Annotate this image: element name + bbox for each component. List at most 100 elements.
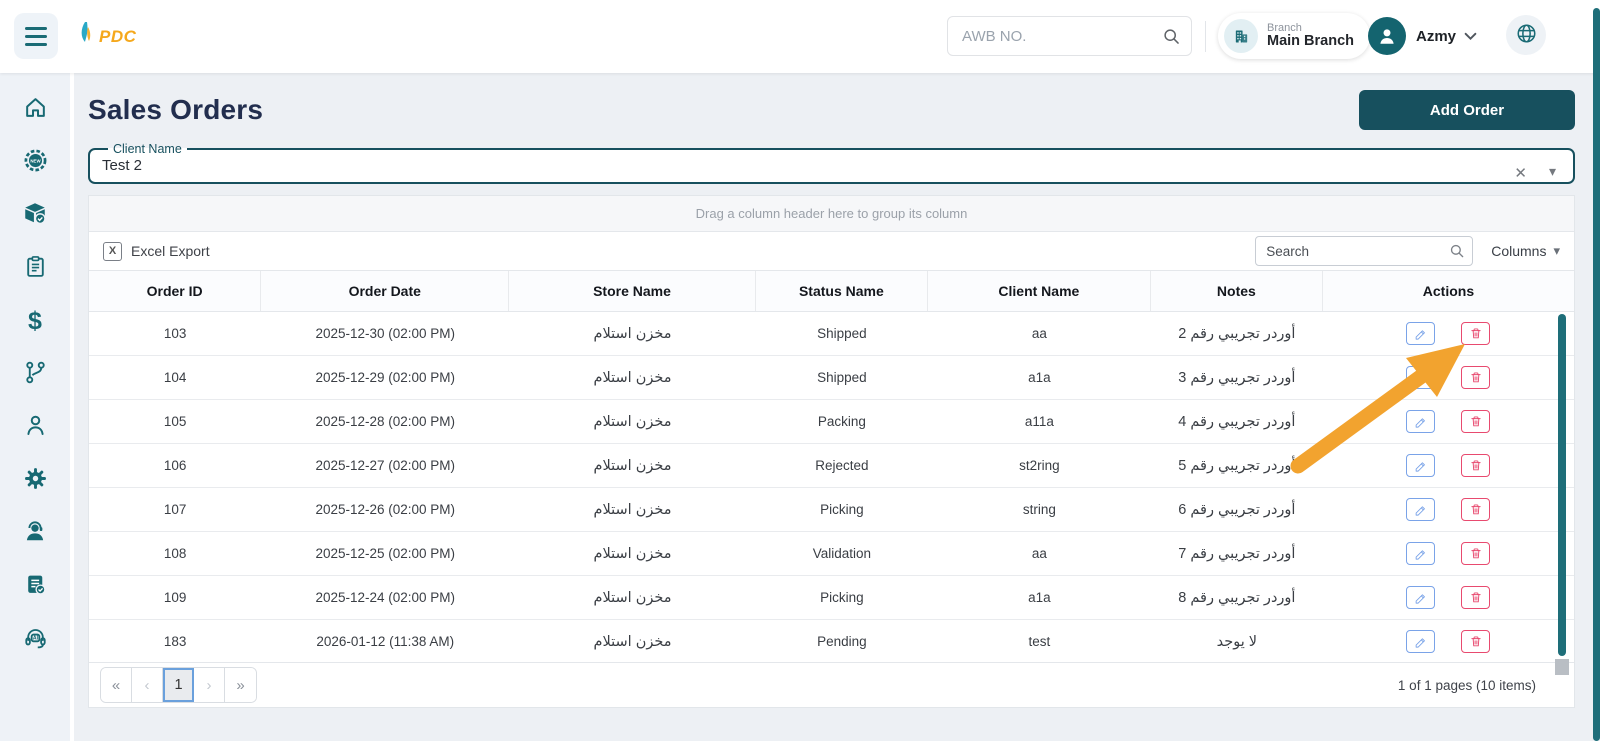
- client-name-cell: aa: [1031, 326, 1047, 341]
- menu-toggle-button[interactable]: [14, 13, 58, 59]
- sidebar-item-delivery-notes[interactable]: [12, 560, 58, 613]
- column-header-notes[interactable]: Notes: [1151, 271, 1323, 311]
- grid-search-icon[interactable]: [1448, 242, 1466, 265]
- client-name-cell: a11a: [1024, 414, 1054, 429]
- add-order-button[interactable]: Add Order: [1359, 90, 1575, 130]
- store-name-cell: مخزن استلام: [593, 589, 672, 606]
- column-header-order-date[interactable]: Order Date: [261, 271, 510, 311]
- status-name-cell: Rejected: [815, 458, 869, 473]
- svg-text:AI: AI: [32, 635, 38, 641]
- delete-order-button[interactable]: [1461, 630, 1491, 653]
- store-name-cell: مخزن استلام: [593, 369, 672, 386]
- actions-cell: [1323, 444, 1574, 487]
- user-name: Azmy: [1416, 27, 1457, 45]
- products-box-icon: [22, 200, 48, 231]
- delete-order-button[interactable]: [1461, 410, 1491, 433]
- table-header-row: Order ID Order Date Store Name Status Name C…: [89, 270, 1574, 312]
- grid-toolbar: X Excel Export Columns ▾: [89, 232, 1574, 270]
- excel-export-button[interactable]: X Excel Export: [103, 241, 210, 261]
- sidebar-item-new[interactable]: NEW: [12, 136, 58, 189]
- column-header-status-name[interactable]: Status Name: [756, 271, 928, 311]
- edit-order-button[interactable]: [1406, 366, 1436, 389]
- branch-building-icon: [1224, 19, 1258, 53]
- branch-name: Main Branch: [1267, 33, 1355, 50]
- notes-cell: أوردر تجريبي رقم 8: [1178, 589, 1296, 606]
- grid-search-input[interactable]: [1255, 236, 1474, 266]
- column-header-client-name[interactable]: Client Name: [928, 271, 1151, 311]
- branch-selector[interactable]: Branch Main Branch: [1218, 13, 1371, 59]
- edit-order-button[interactable]: [1406, 542, 1436, 565]
- awb-search-icon[interactable]: [1161, 26, 1182, 52]
- select-caret-icon[interactable]: ▾: [1549, 163, 1556, 180]
- pagination-bar: « ‹ 1 › » 1 of 1 pages (10 items): [89, 662, 1574, 707]
- payments-dollar-icon: $: [28, 307, 42, 335]
- grid-vertical-scrollbar[interactable]: [1558, 314, 1566, 656]
- svg-text:NEW: NEW: [30, 158, 41, 163]
- actions-cell: [1323, 620, 1574, 663]
- sidebar-item-support[interactable]: [12, 507, 58, 560]
- delivery-notes-icon: [23, 572, 48, 602]
- order-id-cell: 183: [163, 634, 187, 649]
- topbar: PDC Branch Main Branch Azmy: [0, 0, 1600, 73]
- actions-cell: [1323, 400, 1574, 443]
- sidebar-item-orders[interactable]: [12, 242, 58, 295]
- logo-leaf-icon: [76, 21, 96, 53]
- pdc-logo[interactable]: PDC: [76, 21, 136, 53]
- clients-person-icon: [23, 413, 48, 443]
- delete-order-button[interactable]: [1461, 498, 1491, 521]
- status-name-cell: Validation: [812, 546, 871, 561]
- store-name-cell: مخزن استلام: [593, 501, 672, 518]
- edit-order-button[interactable]: [1406, 586, 1436, 609]
- language-button[interactable]: [1506, 15, 1546, 55]
- actions-cell: [1323, 488, 1574, 531]
- pager-last-button[interactable]: »: [225, 668, 256, 702]
- delete-order-button[interactable]: [1461, 586, 1491, 609]
- client-name-cell: aa: [1031, 546, 1047, 561]
- pager-next-button[interactable]: ›: [194, 668, 225, 702]
- edit-order-button[interactable]: [1406, 498, 1436, 521]
- page-scrollbar[interactable]: [1593, 8, 1600, 741]
- group-panel[interactable]: Drag a column header here to group its c…: [89, 196, 1574, 232]
- order-date-cell: 2025-12-29 (02:00 PM): [315, 370, 456, 385]
- pager-page-1-button[interactable]: 1: [163, 668, 194, 702]
- table-row: 183 2026-01-12 (11:38 AM) مخزن استلام Pendi…: [89, 620, 1574, 664]
- order-date-cell: 2025-12-26 (02:00 PM): [315, 502, 456, 517]
- column-header-order-id[interactable]: Order ID: [89, 271, 262, 311]
- delete-order-button[interactable]: [1461, 322, 1491, 345]
- sidebar-item-workflow[interactable]: [12, 348, 58, 401]
- sidebar-item-payments[interactable]: $: [12, 295, 58, 348]
- pager-first-button[interactable]: «: [101, 668, 132, 702]
- sidebar-item-clients[interactable]: [12, 401, 58, 454]
- edit-order-button[interactable]: [1406, 410, 1436, 433]
- user-menu[interactable]: Azmy: [1368, 17, 1477, 55]
- client-name-cell: test: [1028, 634, 1051, 649]
- actions-cell: [1323, 312, 1574, 355]
- columns-chooser-button[interactable]: Columns ▾: [1491, 243, 1560, 259]
- grid-search: [1255, 236, 1474, 266]
- clear-icon[interactable]: ✕: [1514, 164, 1527, 182]
- edit-order-button[interactable]: [1406, 630, 1436, 653]
- client-name-label: Client Name: [113, 142, 182, 156]
- pager-prev-button[interactable]: ‹: [132, 668, 163, 702]
- sidebar-item-ai-assistant[interactable]: AI: [12, 613, 58, 666]
- delete-order-button[interactable]: [1461, 454, 1491, 477]
- delete-order-button[interactable]: [1461, 542, 1491, 565]
- table-row: 108 2025-12-25 (02:00 PM) مخزن استلام Valid…: [89, 532, 1574, 576]
- awb-input[interactable]: [947, 16, 1192, 56]
- support-agent-icon: [22, 518, 48, 549]
- edit-order-button[interactable]: [1406, 322, 1436, 345]
- column-header-actions[interactable]: Actions: [1323, 271, 1574, 311]
- order-date-cell: 2025-12-28 (02:00 PM): [315, 414, 456, 429]
- client-name-select[interactable]: Client Name Test 2 ✕ ▾: [88, 142, 1575, 184]
- group-hint: Drag a column header here to group its c…: [695, 206, 968, 221]
- column-header-store-name[interactable]: Store Name: [509, 271, 756, 311]
- sidebar-item-settings[interactable]: [12, 454, 58, 507]
- delete-order-button[interactable]: [1461, 366, 1491, 389]
- status-name-cell: Shipped: [817, 326, 867, 341]
- workflow-branch-icon: [23, 360, 48, 390]
- excel-export-label: Excel Export: [131, 243, 210, 259]
- sidebar-item-products[interactable]: [12, 189, 58, 242]
- sidebar-item-home[interactable]: [12, 83, 58, 136]
- edit-order-button[interactable]: [1406, 454, 1436, 477]
- pagination-summary: 1 of 1 pages (10 items): [1397, 677, 1536, 693]
